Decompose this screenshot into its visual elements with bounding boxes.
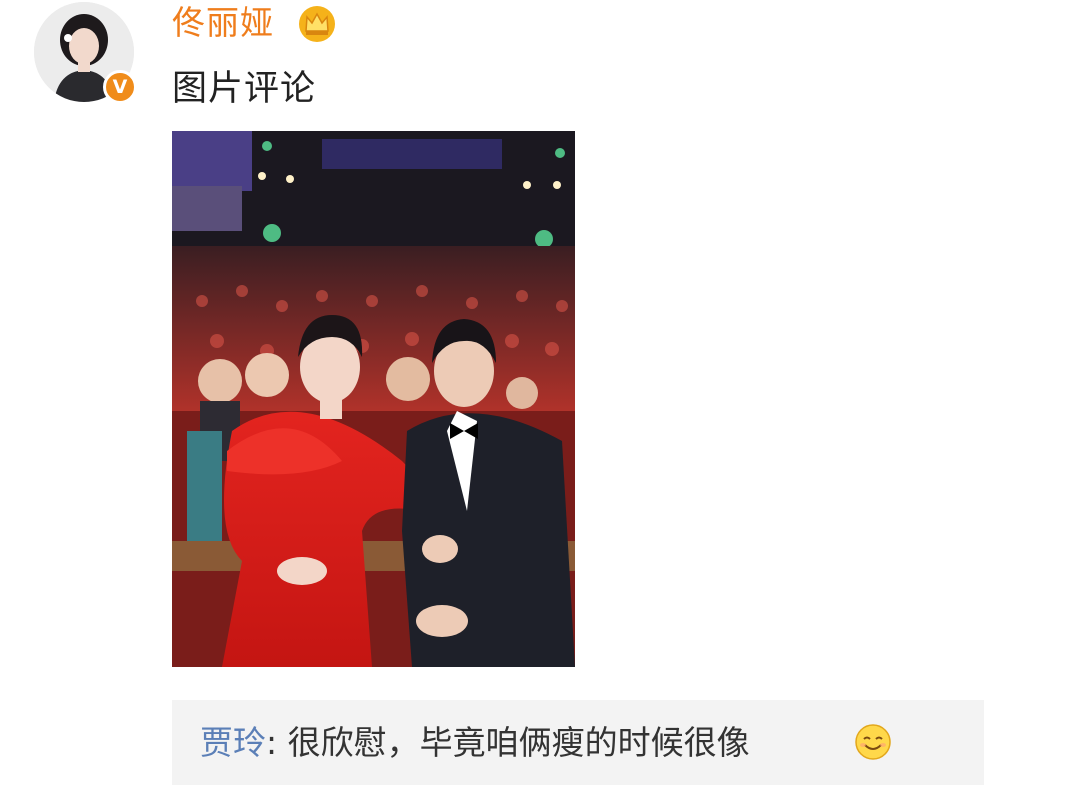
crown-icon	[299, 6, 335, 42]
comment-separator: :	[266, 723, 278, 762]
author-name[interactable]: 佟丽娅	[172, 0, 274, 46]
smile-emoji-icon	[855, 724, 891, 760]
post-photo[interactable]	[172, 131, 575, 667]
post-text: 图片评论	[172, 69, 317, 109]
comment-line: 贾玲: 很欣慰，毕竟咱俩瘦的时候很像	[200, 720, 750, 766]
comment-text: 很欣慰，毕竟咱俩瘦的时候很像	[277, 723, 750, 762]
verified-badge-icon: V	[103, 70, 137, 104]
comment-box[interactable]: 贾玲: 很欣慰，毕竟咱俩瘦的时候很像	[172, 700, 984, 785]
comment-author[interactable]: 贾玲	[200, 723, 266, 762]
